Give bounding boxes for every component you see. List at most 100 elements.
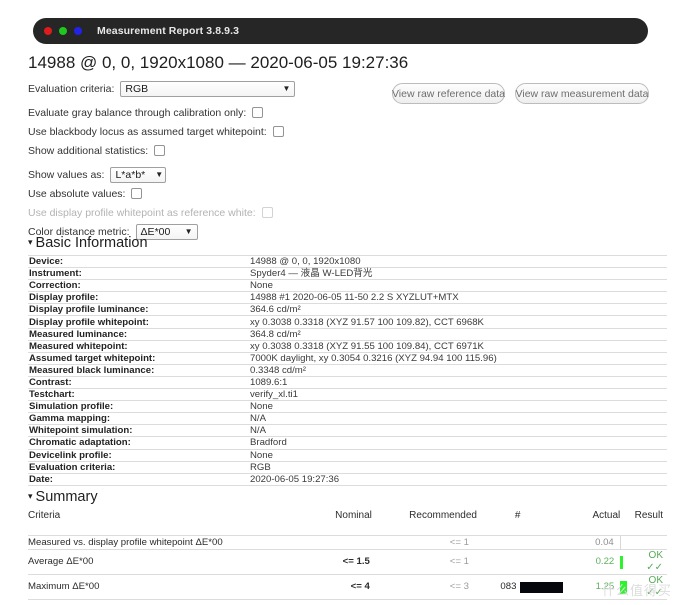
column-header-nominal: Nominal — [335, 510, 372, 521]
column-header-recommended: Recommended — [409, 510, 477, 521]
table-row: Display profile whitepoint: xy 0.3038 0.3… — [28, 315, 667, 329]
summary-index — [476, 549, 521, 575]
watermark: 什么值得买 — [601, 584, 672, 599]
column-header-index: # — [514, 510, 521, 521]
disclosure-triangle-icon: ▾ — [28, 491, 33, 501]
summary-bar-indicator — [620, 555, 624, 569]
view-raw-reference-data-button[interactable]: View raw reference data — [392, 83, 505, 104]
row-key: Device: — [28, 254, 249, 269]
row-value: 364.6 cd/m² — [249, 303, 667, 317]
row-value: xy 0.3038 0.3318 (XYZ 91.57 100 109.82),… — [249, 315, 667, 329]
chevron-down-icon: ▼ — [184, 226, 193, 236]
summary-bar-cell — [620, 549, 635, 575]
row-value: 1089.6:1 — [249, 376, 667, 390]
evaluation-criteria-select[interactable]: RGB ▼ — [120, 80, 296, 97]
table-row: Evaluation criteria: RGB — [28, 461, 667, 474]
gray-balance-label: Evaluate gray balance through calibratio… — [28, 106, 247, 119]
minimize-button[interactable] — [59, 27, 67, 35]
option-show-values-as: Show values as: L*a*b* ▼ — [28, 166, 428, 183]
summary-bar-cell — [619, 535, 635, 550]
row-value: 2020-06-05 19:27:36 — [249, 473, 667, 486]
additional-statistics-label: Show additional statistics: — [28, 144, 149, 157]
column-header-swatch — [520, 510, 566, 536]
row-value: None — [249, 449, 667, 462]
summary-recommended: <= 3 — [371, 574, 477, 600]
disclosure-triangle-icon: ▾ — [28, 237, 33, 247]
blackbody-locus-checkbox[interactable] — [272, 126, 284, 137]
summary-criteria: Measured vs. display profile whitepoint … — [28, 535, 286, 550]
table-row: Measured vs. display profile whitepoint … — [28, 535, 667, 550]
summary-table: Criteria Nominal Recommended # Actual Re… — [28, 510, 667, 600]
row-key: Measured black luminance: — [28, 364, 249, 377]
show-values-select[interactable]: L*a*b* ▼ — [110, 166, 167, 183]
row-value: 0.3348 cd/m² — [249, 364, 667, 377]
summary-header-row: Criteria Nominal Recommended # Actual Re… — [28, 510, 667, 536]
row-key: Contrast: — [28, 376, 249, 390]
summary-nominal: <= 4 — [285, 574, 372, 600]
column-header-actual: Actual — [592, 510, 621, 521]
summary-result — [634, 535, 667, 550]
row-key: Display profile whitepoint: — [28, 315, 249, 329]
zoom-button[interactable] — [74, 27, 82, 35]
option-evaluation-criteria: Evaluation criteria: RGB ▼ — [28, 80, 428, 97]
row-value: xy 0.3038 0.3318 (XYZ 91.55 100 109.84),… — [249, 340, 667, 353]
summary-actual: 0.22 — [566, 549, 621, 575]
summary-color-swatch-cell — [520, 574, 567, 600]
row-key: Correction: — [28, 279, 249, 293]
table-row: Whitepoint simulation: N/A — [28, 424, 667, 438]
row-key: Date: — [28, 473, 249, 486]
page-title: 14988 @ 0, 0, 1920x1080 — 2020-06-05 19:… — [28, 53, 409, 72]
option-display-profile-whitepoint: Use display profile whitepoint as refere… — [28, 204, 428, 221]
table-row: Date: 2020-06-05 19:27:36 — [28, 473, 667, 486]
table-row: Maximum ΔE*00 <= 4 <= 3 083 1.25 OK ✓✓ — [28, 574, 667, 600]
summary-heading-label: Summary — [35, 489, 98, 505]
row-key: Testchart: — [28, 388, 249, 402]
view-raw-measurement-data-button[interactable]: View raw measurement data — [515, 83, 649, 104]
display-profile-whitepoint-checkbox — [261, 207, 273, 218]
row-key: Measured luminance: — [28, 328, 249, 341]
row-value: verify_xl.ti1 — [249, 388, 667, 402]
chevron-down-icon: ▼ — [282, 83, 291, 93]
summary-recommended: <= 1 — [371, 549, 477, 575]
summary-heading[interactable]: ▾ Summary — [28, 489, 98, 505]
row-key: Assumed target whitepoint: — [28, 352, 249, 365]
option-gray-balance: Evaluate gray balance through calibratio… — [28, 104, 428, 121]
summary-bar-indicator — [621, 536, 628, 549]
summary-index — [476, 535, 521, 550]
table-row: Measured whitepoint: xy 0.3038 0.3318 (XY… — [28, 340, 667, 353]
gray-balance-checkbox[interactable] — [252, 107, 264, 118]
table-row: Devicelink profile: None — [28, 449, 667, 462]
summary-criteria: Maximum ΔE*00 — [28, 574, 286, 600]
absolute-values-checkbox[interactable] — [131, 188, 143, 199]
basic-information-heading-label: Basic Information — [35, 235, 148, 251]
column-header-criteria: Criteria — [28, 510, 61, 521]
close-button[interactable] — [44, 27, 52, 35]
measured-color-swatch — [520, 581, 564, 593]
summary-nominal — [285, 535, 372, 550]
summary-color-swatch-cell — [520, 549, 567, 575]
summary-recommended: <= 1 — [371, 535, 477, 550]
table-row: Instrument: Spyder4 — 液晶 W-LED背光 — [28, 267, 667, 281]
table-row: Display profile luminance: 364.6 cd/m² — [28, 303, 667, 317]
table-row: Correction: None — [28, 279, 667, 293]
chevron-down-icon: ▼ — [155, 169, 164, 179]
additional-statistics-checkbox[interactable] — [154, 145, 166, 156]
column-header-bar — [620, 510, 634, 536]
row-key: Display profile: — [28, 291, 249, 305]
row-key: Measured whitepoint: — [28, 340, 249, 353]
table-row: Assumed target whitepoint: 7000K daylight… — [28, 352, 667, 365]
row-value: RGB — [249, 461, 667, 474]
option-additional-statistics: Show additional statistics: — [28, 142, 428, 159]
table-row: Measured black luminance: 0.3348 cd/m² — [28, 364, 667, 377]
window-titlebar: Measurement Report 3.8.9.3 — [33, 18, 648, 44]
absolute-values-label: Use absolute values: — [28, 187, 126, 200]
row-key: Evaluation criteria: — [28, 461, 249, 474]
table-row: Gamma mapping: N/A — [28, 412, 667, 426]
option-absolute-values: Use absolute values: — [28, 185, 428, 202]
row-value: None — [249, 400, 667, 414]
basic-information-heading[interactable]: ▾ Basic Information — [28, 235, 148, 251]
report-options: Evaluation criteria: RGB ▼ Evaluate gray… — [28, 80, 428, 242]
table-row: Chromatic adaptation: Bradford — [28, 436, 667, 450]
summary-actual: 0.04 — [566, 535, 621, 550]
row-key: Devicelink profile: — [28, 449, 249, 462]
